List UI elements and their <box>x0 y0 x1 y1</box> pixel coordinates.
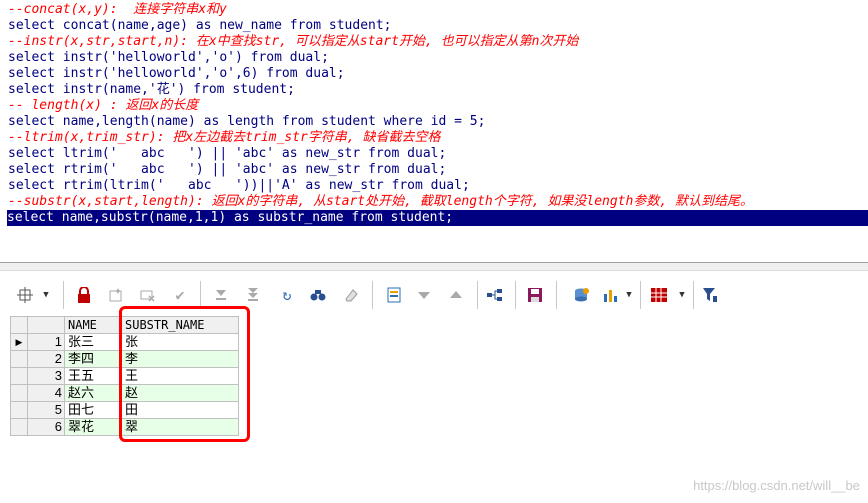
toolbar-separator <box>200 281 201 309</box>
chart-icon[interactable] <box>602 286 620 304</box>
code-line[interactable]: --substr(x,start,length): 返回x的字符串, 从star… <box>8 194 753 210</box>
code-line[interactable]: select instr(name,'花') from student; <box>8 82 295 98</box>
dropdown-arrow-icon[interactable]: ▼ <box>40 286 52 304</box>
code-line[interactable]: select rtrim(' abc ') || 'abc' as new_st… <box>8 162 446 178</box>
dropdown-arrow-icon[interactable]: ▼ <box>623 286 635 304</box>
grid-corner <box>10 316 28 334</box>
current-row-indicator: ▶ <box>10 333 28 351</box>
last-page-icon[interactable] <box>244 286 262 304</box>
filter-icon[interactable] <box>701 286 719 304</box>
row-indicator <box>10 384 28 402</box>
insert-record-icon[interactable] <box>107 286 125 304</box>
code-line[interactable]: select rtrim(ltrim(' abc '))||'A' as new… <box>8 178 470 194</box>
name-cell[interactable]: 张三 <box>64 333 122 351</box>
find-icon[interactable] <box>309 286 327 304</box>
code-line[interactable]: select name,length(name) as length from … <box>8 114 485 130</box>
next-page-icon[interactable] <box>212 286 230 304</box>
row-number: 5 <box>27 401 65 419</box>
row-number: 1 <box>27 333 65 351</box>
move-up-icon[interactable] <box>447 286 465 304</box>
toolbar-separator <box>515 281 516 309</box>
row-indicator <box>10 350 28 368</box>
code-line[interactable]: --concat(x,y): 连接字符串x和y <box>8 2 227 18</box>
code-line[interactable]: select instr('helloworld','o') from dual… <box>8 50 329 66</box>
export-icon[interactable] <box>385 286 403 304</box>
row-number: 6 <box>27 418 65 436</box>
grid-options-icon[interactable] <box>16 286 34 304</box>
name-cell[interactable]: 李四 <box>64 350 122 368</box>
annotation-highlight-box <box>119 306 250 442</box>
pane-splitter[interactable] <box>0 262 868 271</box>
name-cell[interactable]: 赵六 <box>64 384 122 402</box>
code-line[interactable]: select instr('helloworld','o',6) from du… <box>8 66 345 82</box>
lock-icon[interactable] <box>76 286 92 304</box>
code-line[interactable]: select ltrim(' abc ') || 'abc' as new_st… <box>8 146 446 162</box>
name-cell[interactable]: 田七 <box>64 401 122 419</box>
column-header-name[interactable]: NAME <box>64 316 122 334</box>
toolbar-separator <box>640 281 641 309</box>
row-number: 2 <box>27 350 65 368</box>
delete-record-icon[interactable] <box>139 286 157 304</box>
post-changes-icon[interactable]: ✔ <box>171 286 189 304</box>
name-cell[interactable]: 王五 <box>64 367 122 385</box>
dropdown-arrow-icon[interactable]: ▼ <box>676 286 688 304</box>
save-icon[interactable] <box>526 286 544 304</box>
code-line[interactable]: select concat(name,age) as new_name from… <box>8 18 392 34</box>
watermark: https://blog.csdn.net/will__be <box>693 478 860 493</box>
fetch-icon[interactable] <box>572 286 590 304</box>
code-line[interactable]: -- length(x) : 返回x的长度 <box>8 98 198 114</box>
row-number: 3 <box>27 367 65 385</box>
move-down-icon[interactable] <box>415 286 433 304</box>
code-line[interactable]: --ltrim(x,trim_str): 把x左边截去trim_str字符串, … <box>8 130 440 146</box>
toolbar-separator <box>372 281 373 309</box>
refresh-icon[interactable]: ↻ <box>278 286 296 304</box>
toolbar-separator <box>693 281 694 309</box>
toolbar-separator <box>556 281 557 309</box>
row-indicator <box>10 401 28 419</box>
row-indicator <box>10 367 28 385</box>
row-number: 4 <box>27 384 65 402</box>
toolbar-separator <box>63 281 64 309</box>
row-indicator <box>10 418 28 436</box>
selected-code-line[interactable]: select name,substr(name,1,1) as substr_n… <box>7 210 868 226</box>
table-view-icon[interactable] <box>650 286 668 304</box>
connect-icon[interactable] <box>486 286 504 304</box>
name-cell[interactable]: 翠花 <box>64 418 122 436</box>
clear-icon[interactable] <box>342 286 360 304</box>
grid-corner <box>27 316 65 334</box>
sql-editor[interactable]: --concat(x,y): 连接字符串x和y select concat(na… <box>0 0 868 262</box>
code-line[interactable]: --instr(x,str,start,n): 在x中查找str, 可以指定从s… <box>8 34 578 50</box>
toolbar-separator <box>477 281 478 309</box>
